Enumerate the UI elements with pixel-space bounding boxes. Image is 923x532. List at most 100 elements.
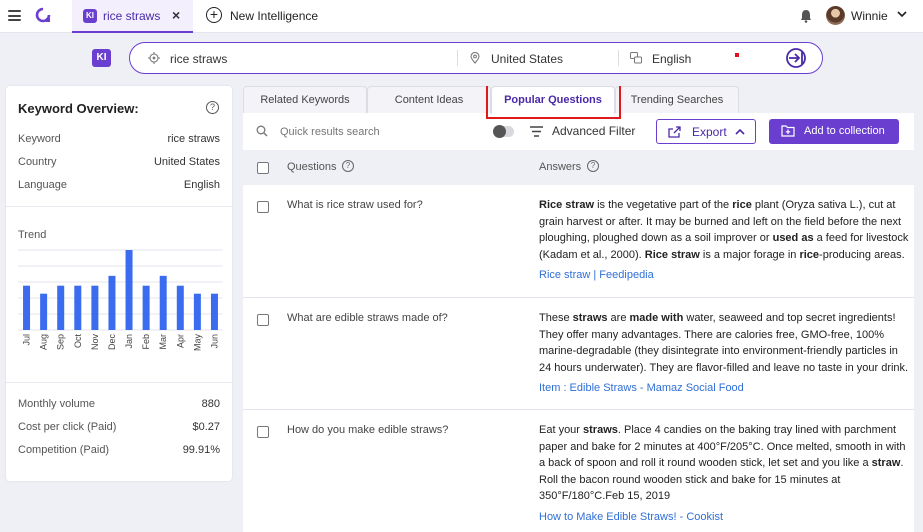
chart-tick-label: May	[192, 334, 202, 352]
column-questions[interactable]: Questions	[287, 161, 337, 173]
hamburger-menu-icon[interactable]	[8, 10, 21, 21]
column-answers[interactable]: Answers	[539, 161, 581, 173]
chart-tick-label: Oct	[73, 334, 83, 349]
folder-plus-icon	[781, 125, 795, 137]
overview-row-keyword: Keyword rice straws	[18, 133, 220, 149]
chevron-up-icon	[735, 128, 745, 135]
chart-bar-jul[interactable]	[23, 285, 31, 330]
chart-bar-mar[interactable]	[159, 275, 167, 330]
chart-bar-sep[interactable]	[57, 285, 65, 330]
chart-tick-label: Mar	[158, 334, 168, 350]
user-name[interactable]: Winnie	[851, 9, 888, 23]
chart-tick-label: Sep	[56, 334, 66, 350]
row-label: Language	[18, 179, 67, 191]
chart-bar-jan[interactable]	[125, 250, 133, 330]
chart-bar-oct[interactable]	[74, 285, 82, 330]
keyword-search-bar: rice straws United States English	[129, 42, 823, 74]
trend-bar-chart: Jul Aug Sep Oct Nov Dec Jan Feb Mar Apr May Jun	[18, 249, 223, 352]
quick-search-input[interactable]	[280, 123, 470, 141]
row-value: rice straws	[167, 133, 220, 145]
ki-logo-icon: KI	[92, 49, 111, 67]
bell-icon[interactable]	[800, 9, 812, 23]
plus-circle-icon: +	[206, 7, 222, 23]
source-link[interactable]: How to Make Edible Straws! - Cookist	[539, 511, 723, 523]
chart-tick-label: Feb	[141, 334, 151, 350]
keyword-input[interactable]: rice straws	[170, 52, 227, 66]
answer-text: Rice straw is the vegetative part of the…	[539, 199, 909, 261]
location-pin-icon	[470, 52, 480, 64]
search-icon	[256, 125, 268, 137]
answer-text: Eat your straws. Place 4 candies on the …	[539, 424, 906, 502]
table-row: How do you make edible straws? Eat your …	[243, 410, 914, 532]
app-logo-icon[interactable]	[35, 7, 51, 24]
select-all-checkbox[interactable]	[257, 162, 269, 174]
new-intelligence-label: New Intelligence	[230, 9, 319, 23]
close-icon[interactable]: ×	[172, 7, 180, 23]
filter-icon	[530, 126, 543, 137]
help-icon[interactable]: ?	[342, 160, 354, 172]
advanced-filter-toggle[interactable]	[493, 125, 514, 138]
export-button[interactable]: Export	[656, 119, 756, 144]
metric-value: 99.91%	[182, 444, 220, 456]
row-checkbox[interactable]	[257, 426, 269, 438]
source-link[interactable]: Item : Edible Straws - Mamaz Social Food	[539, 382, 744, 394]
table-row: What are edible straws made of? These st…	[243, 298, 914, 410]
chart-tick-label: Dec	[107, 334, 117, 351]
row-label: Keyword	[18, 133, 61, 145]
overview-row-country: Country United States	[18, 156, 220, 172]
overview-row-language: Language English	[18, 179, 220, 195]
question-text: How do you make edible straws?	[287, 424, 449, 436]
row-value: United States	[153, 156, 220, 168]
chart-bar-may[interactable]	[193, 293, 201, 330]
divider	[618, 50, 619, 66]
chart-tick-label: Nov	[90, 334, 100, 351]
target-icon	[148, 52, 160, 64]
country-select[interactable]: United States	[491, 52, 563, 66]
language-icon	[630, 52, 642, 64]
help-icon[interactable]: ?	[206, 101, 219, 114]
status-dot	[735, 53, 739, 57]
row-checkbox[interactable]	[257, 201, 269, 213]
divider	[6, 206, 232, 207]
add-to-collection-button[interactable]: Add to collection	[769, 119, 899, 144]
metric-label: Competition (Paid)	[18, 444, 110, 456]
chart-tick-label: Jan	[124, 334, 134, 349]
tab-related-keywords[interactable]: Related Keywords	[243, 86, 367, 113]
chart-bar-jun[interactable]	[210, 293, 218, 330]
table-row: What is rice straw used for? Rice straw …	[243, 185, 914, 298]
chart-bar-dec[interactable]	[108, 275, 116, 330]
row-checkbox[interactable]	[257, 314, 269, 326]
advanced-filter-label[interactable]: Advanced Filter	[552, 124, 635, 138]
chart-bar-feb[interactable]	[142, 285, 150, 330]
export-icon	[668, 126, 681, 138]
divider	[457, 50, 458, 66]
question-text: What are edible straws made of?	[287, 312, 448, 324]
chart-tick-label: Jul	[22, 334, 32, 346]
metric-label: Monthly volume	[18, 398, 96, 410]
divider	[6, 382, 232, 383]
help-icon[interactable]: ?	[587, 160, 599, 172]
tab-label: rice straws	[103, 9, 161, 23]
ki-badge-icon: KI	[83, 9, 97, 23]
language-select[interactable]: English	[652, 52, 691, 66]
tab-rice-straws[interactable]: KI rice straws ×	[72, 0, 193, 33]
overview-title: Keyword Overview:	[18, 101, 139, 116]
source-link[interactable]: Rice straw | Feedipedia	[539, 269, 654, 281]
chart-bar-nov[interactable]	[91, 285, 99, 330]
chart-bar-apr[interactable]	[176, 285, 184, 330]
avatar[interactable]	[826, 6, 845, 25]
export-label: Export	[692, 125, 727, 139]
search-submit-icon[interactable]	[784, 47, 808, 69]
tab-trending-searches[interactable]: Trending Searches	[615, 86, 739, 113]
metric-monthly-volume: Monthly volume 880	[18, 398, 220, 414]
trend-label: Trend	[18, 229, 47, 241]
chart-tick-label: Aug	[39, 334, 49, 350]
row-value: English	[183, 179, 220, 191]
results-toolbar: Advanced Filter Export Add to collection	[243, 114, 914, 150]
chart-bar-aug[interactable]	[40, 293, 48, 330]
metric-cpc: Cost per click (Paid) $0.27	[18, 421, 220, 437]
results-panel: Related Keywords Content Ideas Popular Q…	[243, 86, 914, 532]
tab-content-ideas[interactable]: Content Ideas	[367, 86, 491, 113]
chevron-down-icon[interactable]	[897, 9, 907, 19]
answer-text: These straws are made with water, seawee…	[539, 312, 909, 374]
